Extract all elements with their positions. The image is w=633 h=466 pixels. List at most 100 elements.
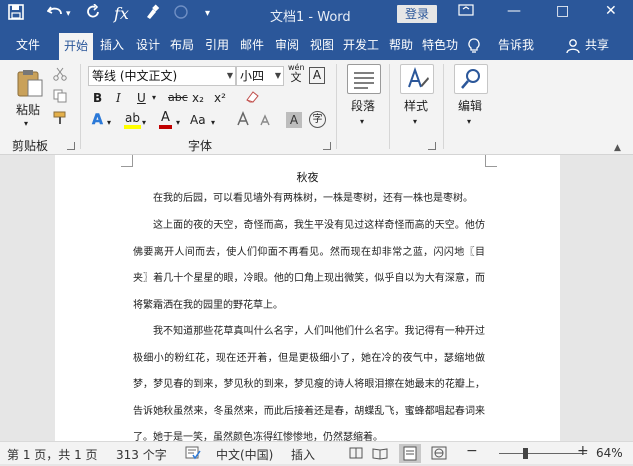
highlight-dropdown-icon[interactable]: ▾ xyxy=(142,115,146,131)
tab-layout[interactable]: 布局 xyxy=(165,30,199,60)
styles-launcher-icon[interactable] xyxy=(428,142,436,150)
superscript-button[interactable]: x² xyxy=(214,90,226,106)
text-effects-dropdown-icon[interactable]: ▾ xyxy=(107,115,111,131)
change-case-button[interactable]: Aa xyxy=(190,112,206,128)
customize-quick-access-icon[interactable]: ▾ xyxy=(205,4,210,24)
login-button[interactable]: 登录 xyxy=(397,5,437,23)
tab-review[interactable]: 审阅 xyxy=(270,30,304,60)
paragraph-dropdown-icon[interactable]: ▾ xyxy=(360,114,364,130)
save-icon[interactable] xyxy=(8,4,24,25)
clipboard-launcher-icon[interactable] xyxy=(67,142,75,150)
paragraph-button[interactable]: 段落 xyxy=(351,98,375,114)
styles-button[interactable]: 样式 xyxy=(404,98,428,114)
chevron-down-icon[interactable]: ▼ xyxy=(227,67,233,85)
enclose-characters-button[interactable]: 字 xyxy=(309,111,326,128)
strikethrough-button[interactable]: abc xyxy=(168,90,188,106)
page-count[interactable]: 第 1 页，共 1 页 xyxy=(7,446,98,463)
crop-mark xyxy=(485,155,497,167)
zoom-slider[interactable] xyxy=(499,453,587,454)
circle-icon[interactable] xyxy=(173,4,189,25)
read-mode-icon[interactable] xyxy=(372,446,388,463)
text-effects-button[interactable]: A xyxy=(92,112,103,129)
tell-me-search[interactable]: 告诉我 xyxy=(490,30,542,60)
zoom-out-button[interactable]: − xyxy=(466,443,478,459)
styles-icon[interactable] xyxy=(400,64,434,94)
grow-font-icon[interactable] xyxy=(236,111,250,131)
tab-insert[interactable]: 插入 xyxy=(95,30,129,60)
paste-icon[interactable] xyxy=(16,68,44,102)
print-layout-icon[interactable] xyxy=(399,444,421,463)
underline-dropdown-icon[interactable]: ▾ xyxy=(152,90,156,106)
zoom-in-button[interactable]: + xyxy=(577,443,589,459)
share-button[interactable]: 共享 xyxy=(582,30,612,60)
tab-home[interactable]: 开始 xyxy=(59,33,93,60)
change-case-dropdown-icon[interactable]: ▾ xyxy=(211,115,215,131)
copy-icon[interactable] xyxy=(53,89,67,107)
tab-help[interactable]: 帮助 xyxy=(385,30,417,60)
font-launcher-icon[interactable] xyxy=(323,142,331,150)
undo-icon[interactable] xyxy=(46,4,65,25)
italic-button[interactable]: I xyxy=(116,90,121,106)
shrink-font-icon[interactable] xyxy=(258,111,272,131)
status-bar: 第 1 页，共 1 页 313 个字 中文(中国) 插入 − + 64% xyxy=(0,441,633,464)
font-name-value: 等线 (中文正文) xyxy=(92,69,178,83)
font-color-button[interactable]: A xyxy=(159,111,172,129)
separator xyxy=(443,64,444,149)
font-size-combo[interactable]: 小四 ▼ xyxy=(236,66,284,86)
editing-button[interactable]: 编辑 xyxy=(458,98,482,114)
styles-dropdown-icon[interactable]: ▾ xyxy=(413,114,417,130)
tab-mailings[interactable]: 邮件 xyxy=(235,30,269,60)
font-group-label: 字体 xyxy=(188,139,213,153)
touch-mode-icon[interactable] xyxy=(144,4,160,25)
subscript-button[interactable]: x₂ xyxy=(192,90,204,106)
chevron-down-icon[interactable]: ▼ xyxy=(275,67,281,85)
zoom-level[interactable]: 64% xyxy=(596,446,623,460)
ribbon-home: 粘贴 ▾ 剪贴板 等线 (中文正文) ▼ 小四 ▼ wén 文 A B I U ▾ a… xyxy=(0,60,633,155)
focus-mode-icon[interactable] xyxy=(349,446,363,463)
tab-design[interactable]: 设计 xyxy=(131,30,165,60)
character-shading-button[interactable]: A xyxy=(286,112,302,128)
font-size-value: 小四 xyxy=(240,69,265,83)
redo-icon[interactable] xyxy=(86,3,102,25)
word-count[interactable]: 313 个字 xyxy=(116,446,167,463)
font-color-dropdown-icon[interactable]: ▾ xyxy=(176,115,180,131)
insert-mode-status[interactable]: 插入 xyxy=(291,446,315,463)
bold-button[interactable]: B xyxy=(93,90,102,106)
tab-references[interactable]: 引用 xyxy=(200,30,234,60)
tab-view[interactable]: 视图 xyxy=(305,30,339,60)
lightbulb-icon[interactable] xyxy=(466,30,482,60)
web-layout-icon[interactable] xyxy=(431,446,447,463)
ribbon-display-icon[interactable] xyxy=(458,3,474,21)
underline-button[interactable]: U xyxy=(137,90,146,106)
tab-featured[interactable]: 特色功 xyxy=(419,30,461,60)
language-status[interactable]: 中文(中国) xyxy=(216,446,273,463)
minimize-icon[interactable]: — xyxy=(507,3,521,19)
collapse-ribbon-icon[interactable]: ▲ xyxy=(614,140,621,156)
document-page[interactable]: 秋夜 在我的后园，可以看见墙外有两株树，一株是枣树，还有一株也是枣树。 这上面的… xyxy=(55,155,560,443)
paste-dropdown-icon[interactable]: ▾ xyxy=(24,116,28,132)
formula-icon[interactable]: fx xyxy=(114,4,129,24)
share-person-icon[interactable] xyxy=(565,30,581,60)
document-title: 文档1 - Word xyxy=(270,10,351,25)
clear-formatting-icon[interactable] xyxy=(244,90,260,108)
tab-developer[interactable]: 开发工 xyxy=(339,30,383,60)
zoom-slider-thumb[interactable] xyxy=(523,448,529,459)
document-area: 秋夜 在我的后园，可以看见墙外有两株树，一株是枣树，还有一株也是枣树。 这上面的… xyxy=(0,155,633,443)
restore-icon[interactable]: □ xyxy=(556,3,569,19)
character-border-button[interactable]: A xyxy=(309,67,325,84)
editing-dropdown-icon[interactable]: ▾ xyxy=(467,114,471,130)
ribbon-tabs: 文件 开始 插入 设计 布局 引用 邮件 审阅 视图 开发工 帮助 特色功 告诉… xyxy=(0,30,633,60)
tab-file[interactable]: 文件 xyxy=(8,30,48,60)
title-bar: ▾ fx ▾ 文档1 - Word 登录 — □ ✕ xyxy=(0,0,633,30)
find-icon[interactable] xyxy=(454,64,488,94)
undo-dropdown-icon[interactable]: ▾ xyxy=(66,4,71,24)
proofing-icon[interactable] xyxy=(185,446,201,463)
phonetic-guide-button[interactable]: wén 文 xyxy=(288,63,305,84)
cut-icon[interactable] xyxy=(53,67,67,85)
format-painter-icon[interactable] xyxy=(53,111,67,129)
paragraph-icon[interactable] xyxy=(347,64,381,94)
close-icon[interactable]: ✕ xyxy=(605,3,617,19)
crop-mark xyxy=(121,155,133,167)
highlight-button[interactable]: ab xyxy=(124,111,141,129)
font-name-combo[interactable]: 等线 (中文正文) ▼ xyxy=(88,66,236,86)
